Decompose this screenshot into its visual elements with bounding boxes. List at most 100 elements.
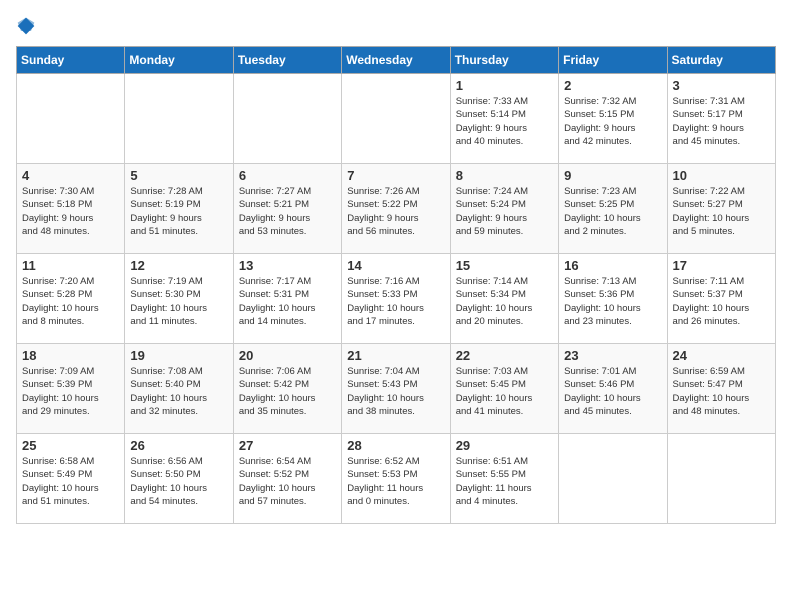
calendar-header-cell: Tuesday [233, 47, 341, 74]
calendar-header-cell: Saturday [667, 47, 775, 74]
day-number: 17 [673, 258, 770, 273]
calendar-cell: 16 Sunrise: 7:13 AM Sunset: 5:36 PM Dayli… [559, 254, 667, 344]
calendar-cell [559, 434, 667, 524]
day-info: Sunrise: 7:06 AM Sunset: 5:42 PM Dayligh… [239, 365, 336, 418]
day-info: Sunrise: 7:04 AM Sunset: 5:43 PM Dayligh… [347, 365, 444, 418]
day-info: Sunrise: 7:16 AM Sunset: 5:33 PM Dayligh… [347, 275, 444, 328]
day-number: 3 [673, 78, 770, 93]
day-number: 19 [130, 348, 227, 363]
day-info: Sunrise: 7:20 AM Sunset: 5:28 PM Dayligh… [22, 275, 119, 328]
calendar-cell: 29 Sunrise: 6:51 AM Sunset: 5:55 PM Dayli… [450, 434, 558, 524]
day-info: Sunrise: 7:08 AM Sunset: 5:40 PM Dayligh… [130, 365, 227, 418]
calendar-cell: 20 Sunrise: 7:06 AM Sunset: 5:42 PM Dayli… [233, 344, 341, 434]
calendar-cell: 15 Sunrise: 7:14 AM Sunset: 5:34 PM Dayli… [450, 254, 558, 344]
calendar-week-row: 1 Sunrise: 7:33 AM Sunset: 5:14 PM Daylig… [17, 74, 776, 164]
day-number: 24 [673, 348, 770, 363]
logo-icon [16, 16, 36, 36]
day-info: Sunrise: 7:32 AM Sunset: 5:15 PM Dayligh… [564, 95, 661, 148]
calendar-header-cell: Thursday [450, 47, 558, 74]
calendar-cell: 22 Sunrise: 7:03 AM Sunset: 5:45 PM Dayli… [450, 344, 558, 434]
day-number: 20 [239, 348, 336, 363]
calendar-cell: 24 Sunrise: 6:59 AM Sunset: 5:47 PM Dayli… [667, 344, 775, 434]
calendar-cell: 13 Sunrise: 7:17 AM Sunset: 5:31 PM Dayli… [233, 254, 341, 344]
day-number: 29 [456, 438, 553, 453]
calendar-week-row: 18 Sunrise: 7:09 AM Sunset: 5:39 PM Dayli… [17, 344, 776, 434]
day-info: Sunrise: 7:03 AM Sunset: 5:45 PM Dayligh… [456, 365, 553, 418]
calendar-cell: 2Sunrise: 7:32 AM Sunset: 5:15 PM Daylig… [559, 74, 667, 164]
day-info: Sunrise: 7:33 AM Sunset: 5:14 PM Dayligh… [456, 95, 553, 148]
calendar-header-cell: Wednesday [342, 47, 450, 74]
calendar-header-cell: Monday [125, 47, 233, 74]
calendar-cell: 5 Sunrise: 7:28 AM Sunset: 5:19 PM Daylig… [125, 164, 233, 254]
day-number: 6 [239, 168, 336, 183]
day-info: Sunrise: 7:26 AM Sunset: 5:22 PM Dayligh… [347, 185, 444, 238]
day-number: 10 [673, 168, 770, 183]
day-info: Sunrise: 7:09 AM Sunset: 5:39 PM Dayligh… [22, 365, 119, 418]
calendar-cell: 27 Sunrise: 6:54 AM Sunset: 5:52 PM Dayli… [233, 434, 341, 524]
calendar-cell [342, 74, 450, 164]
day-info: Sunrise: 6:51 AM Sunset: 5:55 PM Dayligh… [456, 455, 553, 508]
day-number: 4 [22, 168, 119, 183]
day-number: 15 [456, 258, 553, 273]
day-number: 27 [239, 438, 336, 453]
day-info: Sunrise: 6:52 AM Sunset: 5:53 PM Dayligh… [347, 455, 444, 508]
day-number: 14 [347, 258, 444, 273]
day-number: 1 [456, 78, 553, 93]
day-number: 12 [130, 258, 227, 273]
calendar-cell: 9Sunrise: 7:23 AM Sunset: 5:25 PM Daylig… [559, 164, 667, 254]
calendar-header-cell: Sunday [17, 47, 125, 74]
calendar-cell: 21Sunrise: 7:04 AM Sunset: 5:43 PM Dayli… [342, 344, 450, 434]
day-info: Sunrise: 6:59 AM Sunset: 5:47 PM Dayligh… [673, 365, 770, 418]
day-number: 16 [564, 258, 661, 273]
calendar-cell: 11Sunrise: 7:20 AM Sunset: 5:28 PM Dayli… [17, 254, 125, 344]
day-info: Sunrise: 7:23 AM Sunset: 5:25 PM Dayligh… [564, 185, 661, 238]
day-number: 8 [456, 168, 553, 183]
calendar-week-row: 25Sunrise: 6:58 AM Sunset: 5:49 PM Dayli… [17, 434, 776, 524]
day-number: 28 [347, 438, 444, 453]
day-info: Sunrise: 7:13 AM Sunset: 5:36 PM Dayligh… [564, 275, 661, 328]
day-info: Sunrise: 6:56 AM Sunset: 5:50 PM Dayligh… [130, 455, 227, 508]
calendar-header-row: SundayMondayTuesdayWednesdayThursdayFrid… [17, 47, 776, 74]
calendar-body: 1 Sunrise: 7:33 AM Sunset: 5:14 PM Daylig… [17, 74, 776, 524]
day-info: Sunrise: 7:28 AM Sunset: 5:19 PM Dayligh… [130, 185, 227, 238]
day-info: Sunrise: 7:19 AM Sunset: 5:30 PM Dayligh… [130, 275, 227, 328]
calendar-cell: 1 Sunrise: 7:33 AM Sunset: 5:14 PM Daylig… [450, 74, 558, 164]
calendar-week-row: 11Sunrise: 7:20 AM Sunset: 5:28 PM Dayli… [17, 254, 776, 344]
calendar-cell: 26 Sunrise: 6:56 AM Sunset: 5:50 PM Dayli… [125, 434, 233, 524]
calendar-cell: 3 Sunrise: 7:31 AM Sunset: 5:17 PM Daylig… [667, 74, 775, 164]
day-number: 13 [239, 258, 336, 273]
calendar-cell: 7 Sunrise: 7:26 AM Sunset: 5:22 PM Daylig… [342, 164, 450, 254]
calendar-cell: 25Sunrise: 6:58 AM Sunset: 5:49 PM Dayli… [17, 434, 125, 524]
day-number: 22 [456, 348, 553, 363]
day-info: Sunrise: 7:27 AM Sunset: 5:21 PM Dayligh… [239, 185, 336, 238]
day-info: Sunrise: 7:14 AM Sunset: 5:34 PM Dayligh… [456, 275, 553, 328]
calendar-cell: 23Sunrise: 7:01 AM Sunset: 5:46 PM Dayli… [559, 344, 667, 434]
day-info: Sunrise: 7:31 AM Sunset: 5:17 PM Dayligh… [673, 95, 770, 148]
calendar-cell: 8 Sunrise: 7:24 AM Sunset: 5:24 PM Daylig… [450, 164, 558, 254]
day-info: Sunrise: 6:54 AM Sunset: 5:52 PM Dayligh… [239, 455, 336, 508]
day-info: Sunrise: 7:11 AM Sunset: 5:37 PM Dayligh… [673, 275, 770, 328]
day-info: Sunrise: 7:30 AM Sunset: 5:18 PM Dayligh… [22, 185, 119, 238]
calendar-cell: 14 Sunrise: 7:16 AM Sunset: 5:33 PM Dayli… [342, 254, 450, 344]
logo [16, 16, 40, 36]
calendar-week-row: 4 Sunrise: 7:30 AM Sunset: 5:18 PM Daylig… [17, 164, 776, 254]
day-info: Sunrise: 7:17 AM Sunset: 5:31 PM Dayligh… [239, 275, 336, 328]
calendar-header-cell: Friday [559, 47, 667, 74]
calendar-cell: 6 Sunrise: 7:27 AM Sunset: 5:21 PM Daylig… [233, 164, 341, 254]
day-info: Sunrise: 7:24 AM Sunset: 5:24 PM Dayligh… [456, 185, 553, 238]
day-number: 7 [347, 168, 444, 183]
calendar-cell: 12 Sunrise: 7:19 AM Sunset: 5:30 PM Dayli… [125, 254, 233, 344]
calendar-table: SundayMondayTuesdayWednesdayThursdayFrid… [16, 46, 776, 524]
calendar-cell [233, 74, 341, 164]
day-number: 23 [564, 348, 661, 363]
calendar-cell: 4 Sunrise: 7:30 AM Sunset: 5:18 PM Daylig… [17, 164, 125, 254]
day-number: 5 [130, 168, 227, 183]
calendar-cell: 17 Sunrise: 7:11 AM Sunset: 5:37 PM Dayli… [667, 254, 775, 344]
calendar-cell [667, 434, 775, 524]
calendar-cell: 18 Sunrise: 7:09 AM Sunset: 5:39 PM Dayli… [17, 344, 125, 434]
calendar-cell: 28 Sunrise: 6:52 AM Sunset: 5:53 PM Dayli… [342, 434, 450, 524]
day-number: 25 [22, 438, 119, 453]
day-number: 18 [22, 348, 119, 363]
day-number: 26 [130, 438, 227, 453]
header [16, 16, 776, 36]
